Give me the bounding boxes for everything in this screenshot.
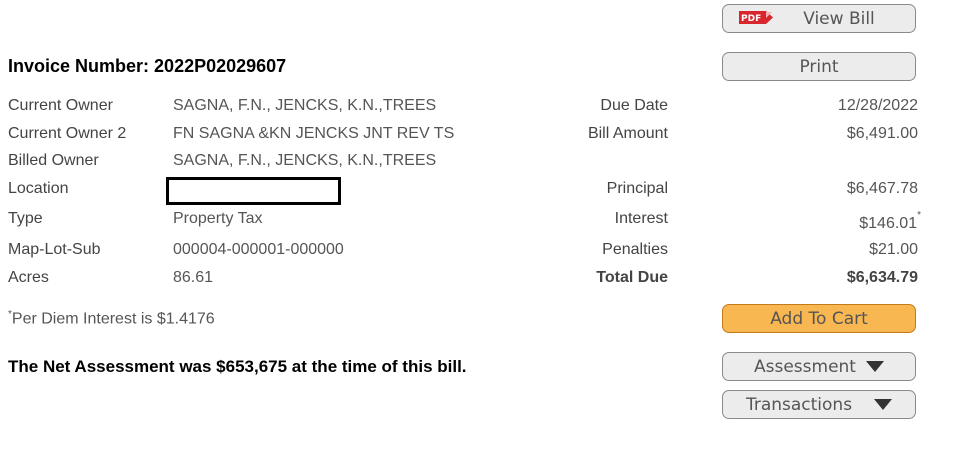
assessment-label: Assessment <box>754 356 856 377</box>
interest-footnote-mark: * <box>917 210 921 221</box>
net-assessment-note: The Net Assessment was $653,675 at the t… <box>8 357 467 376</box>
assessment-button[interactable]: Assessment <box>722 352 916 381</box>
bill-amount-value: $6,491.00 <box>846 125 918 142</box>
principal-label: Principal <box>606 180 668 197</box>
map-lot-sub-label: Map-Lot-Sub <box>8 241 101 258</box>
per-diem-note: *Per Diem Interest is $1.4176 <box>8 309 215 328</box>
view-bill-button[interactable]: PDF View Bill <box>722 4 916 33</box>
add-to-cart-button[interactable]: Add To Cart <box>722 304 916 333</box>
penalties-label: Penalties <box>602 241 668 258</box>
acres-label: Acres <box>8 269 49 286</box>
interest-value: $146.01* <box>859 210 921 233</box>
print-button[interactable]: Print <box>722 52 916 81</box>
location-redacted-box <box>166 177 341 205</box>
current-owner-value: SAGNA, F.N., JENCKS, K.N.,TREES <box>173 97 437 114</box>
interest-amount: $146.01 <box>859 215 918 233</box>
chevron-down-icon <box>865 361 884 372</box>
total-due-value: $6,634.79 <box>846 269 918 286</box>
interest-label: Interest <box>614 210 668 227</box>
current-owner-label: Current Owner <box>8 97 113 114</box>
transactions-button[interactable]: Transactions <box>722 390 916 419</box>
bill-amount-label: Bill Amount <box>587 125 668 142</box>
print-label: Print <box>799 56 839 77</box>
transactions-label: Transactions <box>745 394 853 415</box>
current-owner-2-label: Current Owner 2 <box>8 125 127 142</box>
add-to-cart-label: Add To Cart <box>770 308 868 329</box>
invoice-number: 2022P02029607 <box>154 56 287 76</box>
per-diem-text: Per Diem Interest is $1.4176 <box>11 310 215 328</box>
type-label: Type <box>8 210 43 227</box>
invoice-heading: Invoice Number: 2022P02029607 <box>8 56 286 77</box>
penalties-value: $21.00 <box>869 241 918 258</box>
due-date-value: 12/28/2022 <box>837 97 918 114</box>
acres-value: 86.61 <box>173 269 214 286</box>
map-lot-sub-value: 000004-000001-000000 <box>173 241 344 258</box>
principal-value: $6,467.78 <box>846 180 918 197</box>
invoice-label: Invoice Number: <box>8 56 150 76</box>
chevron-down-icon <box>874 399 893 410</box>
billed-owner-value: SAGNA, F.N., JENCKS, K.N.,TREES <box>173 152 437 169</box>
type-value: Property Tax <box>173 210 263 227</box>
billed-owner-label: Billed Owner <box>8 152 99 169</box>
current-owner-2-value: FN SAGNA &KN JENCKS JNT REV TS <box>173 125 455 142</box>
pdf-icon: PDF <box>739 11 773 24</box>
location-label: Location <box>8 180 69 197</box>
svg-text:PDF: PDF <box>741 14 761 24</box>
total-due-label: Total Due <box>596 269 668 286</box>
due-date-label: Due Date <box>600 97 668 114</box>
view-bill-label: View Bill <box>803 8 875 29</box>
